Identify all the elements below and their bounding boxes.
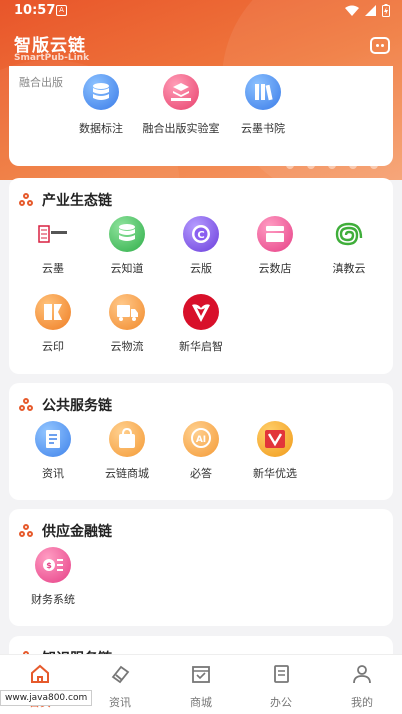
section-industry-chain: 产业生态链 云墨 云知道 C 云版 云数店 滇教云 云印 云物流 新华启智 <box>9 178 393 374</box>
office-tab-icon <box>274 665 289 683</box>
app-label: 云版 <box>190 262 212 275</box>
print-book-icon <box>35 294 71 330</box>
chain-icon <box>19 523 34 539</box>
copyright-c-icon: C <box>183 216 219 252</box>
app-label: 云墨 <box>42 262 64 275</box>
layers-hand-icon <box>163 74 199 110</box>
app-news[interactable]: 资讯 <box>15 421 91 481</box>
books-icon <box>245 74 281 110</box>
top-item-data-labeling[interactable]: 数据标注 <box>56 74 146 136</box>
swirl-logo-icon <box>331 216 367 252</box>
top-item-label: 融合出版实验室 <box>142 122 220 135</box>
top-item-yunmo-academy[interactable]: 云墨书院 <box>218 74 308 136</box>
signal-icon <box>365 5 376 16</box>
wifi-icon <box>345 5 359 16</box>
app-yunzhidao[interactable]: 云知道 <box>89 216 165 276</box>
store-icon <box>257 216 293 252</box>
app-yunshudian[interactable]: 云数店 <box>237 216 313 276</box>
top-card: 融合出版 数据标注 融合出版实验室 云墨书院 <box>9 66 393 166</box>
app-label: 云链商城 <box>105 467 149 480</box>
tab-office[interactable]: 办公 <box>241 663 321 710</box>
profile-icon <box>353 665 371 684</box>
svg-text:$: $ <box>46 561 52 570</box>
app-subtitle: SmartPub-Link <box>14 53 90 63</box>
app-dianjiaoyun[interactable]: 滇教云 <box>311 216 387 276</box>
top-item-fusion-lab[interactable]: 融合出版实验室 <box>136 74 226 136</box>
section-supply-finance-chain: 供应金融链 $ 财务系统 <box>9 509 393 626</box>
battery-icon <box>382 4 390 17</box>
xinhua-logo-icon <box>183 294 219 330</box>
status-bar: 10:57 A <box>0 0 402 24</box>
app-label: 云物流 <box>110 340 144 353</box>
svg-text:C: C <box>197 230 204 241</box>
section-title: 公共服务链 <box>19 395 112 415</box>
app-label: 新华启智 <box>179 340 223 353</box>
notification-icon: A <box>56 5 67 16</box>
app-label: 必答 <box>190 467 212 480</box>
app-yunmo[interactable]: 云墨 <box>15 216 91 276</box>
database-icon <box>83 74 119 110</box>
section-title: 供应金融链 <box>19 521 112 541</box>
shopping-bag-icon <box>109 421 145 457</box>
app-yunwuliu[interactable]: 云物流 <box>89 294 165 354</box>
app-label: 云数店 <box>258 262 292 275</box>
carousel-dots <box>286 161 378 169</box>
yunmo-logo-icon <box>35 216 71 252</box>
delivery-truck-icon <box>109 294 145 330</box>
app-label: 云知道 <box>110 262 144 275</box>
section-title: 产业生态链 <box>19 190 112 210</box>
tab-profile[interactable]: 我的 <box>322 663 402 710</box>
tab-label: 办公 <box>270 696 292 709</box>
app-label: 新华优选 <box>253 467 297 480</box>
app-finance-system[interactable]: $ 财务系统 <box>15 547 91 607</box>
section-public-service-chain: 公共服务链 资讯 云链商城 AI 必答 新华优选 <box>9 383 393 500</box>
database-stack-icon <box>109 216 145 252</box>
tab-label: 商城 <box>190 696 212 709</box>
home-icon <box>31 664 49 683</box>
app-xinhua-select[interactable]: 新华优选 <box>237 421 313 481</box>
svg-text:AI: AI <box>196 435 206 445</box>
top-item-label: 云墨书院 <box>241 122 285 135</box>
app-label: 资讯 <box>42 467 64 480</box>
xinhua-select-icon <box>257 421 293 457</box>
chat-bubble-icon[interactable] <box>370 37 390 54</box>
store-tab-icon <box>192 666 210 683</box>
ai-head-icon: AI <box>183 421 219 457</box>
tab-label: 我的 <box>351 696 373 709</box>
app-label: 财务系统 <box>31 593 75 606</box>
news-tab-icon <box>111 665 130 684</box>
chain-icon <box>19 192 34 208</box>
app-bida[interactable]: AI 必答 <box>163 421 239 481</box>
news-icon <box>35 421 71 457</box>
top-item-label: 数据标注 <box>79 122 123 135</box>
app-yunlian-mall[interactable]: 云链商城 <box>89 421 165 481</box>
app-yunyin[interactable]: 云印 <box>15 294 91 354</box>
finance-dollar-icon: $ <box>35 547 71 583</box>
chain-icon <box>19 397 34 413</box>
status-time: 10:57 <box>14 3 56 18</box>
app-xinhua-qizhi[interactable]: 新华启智 <box>163 294 239 354</box>
app-yunban[interactable]: C 云版 <box>163 216 239 276</box>
app-label: 滇教云 <box>332 262 366 275</box>
app-label: 云印 <box>42 340 64 353</box>
watermark: www.java800.com <box>0 690 93 706</box>
tab-mall[interactable]: 商城 <box>161 663 241 710</box>
